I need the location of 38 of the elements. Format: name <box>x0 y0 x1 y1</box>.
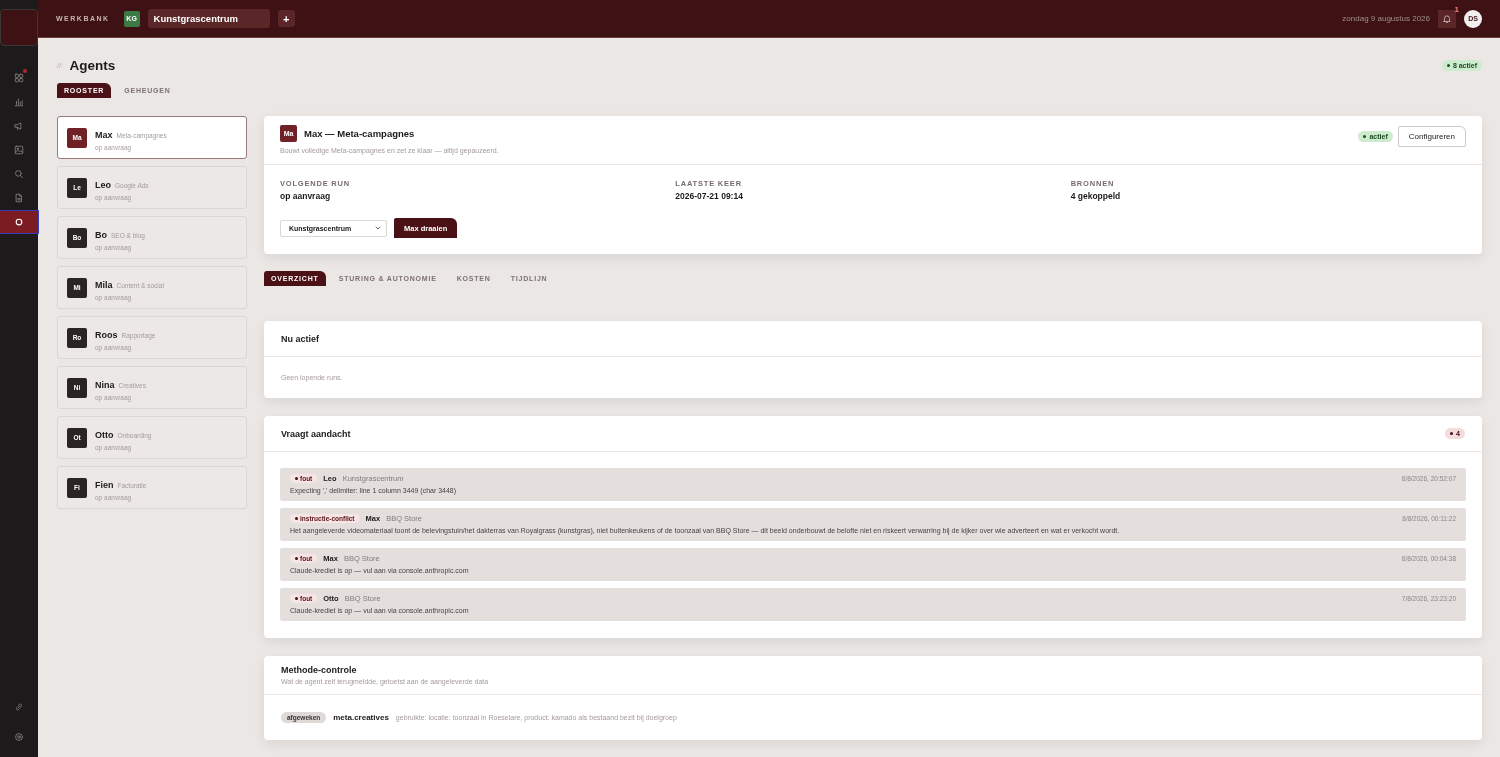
alert-item[interactable] <box>280 508 1466 541</box>
check-key: meta.creatives <box>333 713 389 722</box>
agent-name: Nina <box>95 380 115 390</box>
megaphone-icon <box>14 121 24 131</box>
agent-name: Fien <box>95 480 114 490</box>
title-marker: // <box>57 60 62 70</box>
configure-button[interactable]: Configureren <box>1397 126 1466 147</box>
stat-value: op aanvraag <box>280 191 332 201</box>
document-icon <box>14 193 24 203</box>
date-text: zondag 9 augustus 2026 <box>1342 14 1430 23</box>
section-title: Vraagt aandacht <box>281 428 351 439</box>
link-icon <box>14 702 24 712</box>
notification-count: 1 <box>1454 4 1459 14</box>
bar-chart-icon <box>14 97 24 107</box>
chevron-icon <box>374 224 382 232</box>
stat-value: 2026-07-21 09:14 <box>675 191 744 201</box>
agent-name: Mila <box>95 280 113 290</box>
image-icon <box>14 145 24 155</box>
workspace-selector[interactable]: Kunstgrascentrum <box>147 9 270 28</box>
agent-name: Bo <box>95 230 107 240</box>
section-title: Nu actief <box>281 333 319 344</box>
alert-dot <box>23 69 27 73</box>
agent-name: Leo <box>95 180 111 190</box>
search-icon <box>14 169 24 179</box>
grid-icon <box>14 73 24 83</box>
section-title: Methode-controle <box>281 665 358 675</box>
page-title: Agents <box>69 57 116 73</box>
nav-item[interactable] <box>0 211 38 233</box>
agent-name: Roos <box>95 330 118 340</box>
agent-title: Max — Meta-campagnes <box>304 128 415 139</box>
settings-icon <box>14 732 24 742</box>
sidebar-toggle[interactable] <box>0 9 38 46</box>
add-button[interactable]: + <box>277 10 295 27</box>
agent-name: Otto <box>95 430 114 440</box>
agent-name: Max <box>95 130 113 140</box>
bell-icon <box>1442 13 1452 24</box>
stat-value: 4 gekoppeld <box>1070 191 1122 201</box>
ring-icon <box>14 217 24 227</box>
